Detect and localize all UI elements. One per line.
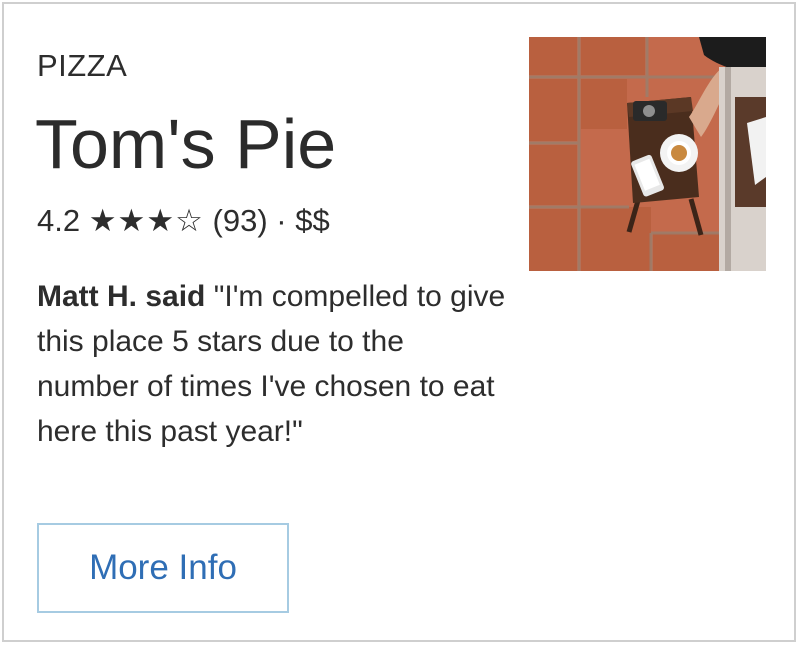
restaurant-photo — [529, 37, 766, 271]
more-info-button[interactable]: More Info — [37, 523, 289, 613]
rating-row: 4.2 ★★★☆ (93) · $$ — [37, 201, 330, 239]
restaurant-name: Tom's Pie — [35, 105, 337, 183]
restaurant-card: PIZZA Tom's Pie 4.2 ★★★☆ (93) · $$ Matt … — [2, 2, 796, 642]
price-level: $$ — [295, 202, 330, 238]
category-label: PIZZA — [37, 48, 128, 83]
star-rating-icon: ★★★☆ — [88, 202, 204, 238]
review-author: Matt H. said — [37, 280, 206, 313]
separator-dot: · — [276, 202, 287, 238]
rating-value: 4.2 — [37, 202, 81, 238]
review-snippet: Matt H. said "I'm compelled to give this… — [37, 274, 507, 454]
review-count: (93) — [212, 202, 268, 238]
